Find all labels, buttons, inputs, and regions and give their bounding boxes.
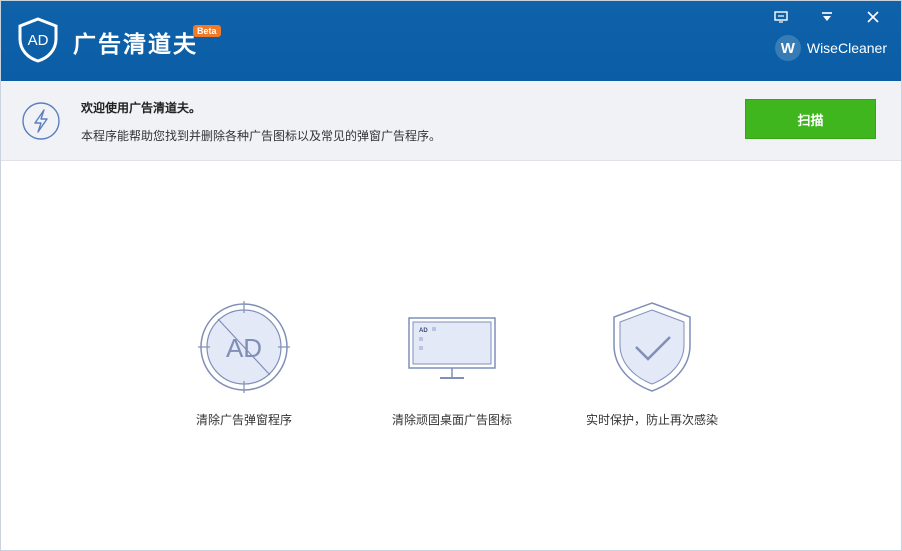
feedback-button[interactable] [761,5,801,29]
menu-dropdown-button[interactable] [807,5,847,29]
description-text: 本程序能帮助您找到并删除各种广告图标以及常见的弹窗广告程序。 [81,129,442,143]
shield-check-icon [613,302,691,392]
window-controls [761,5,893,29]
monitor-icon: AD [408,317,496,379]
feature-label: 实时保护，防止再次感染 [585,413,718,427]
close-icon [867,11,879,23]
logo-text: AD [28,32,49,49]
lightning-icon [22,102,60,140]
brand-name: WiseCleaner [806,40,887,56]
app-title: 广告清道夫 [73,32,198,58]
feature-realtime-protection: 实时保护，防止再次感染 [552,301,752,428]
wisecleaner-logo-icon: W [774,35,801,61]
feature-remove-popups: AD 清除广告弹窗程序 [144,301,344,428]
feature-remove-desktop-icons: AD 清除顽固桌面广告图标 [352,301,552,428]
feature-label: 清除顽固桌面广告图标 [391,413,512,427]
ad-icon-text: AD [226,333,262,363]
info-band: 欢迎使用广告清道夫。 本程序能帮助您找到并删除各种广告图标以及常见的弹窗广告程序… [1,81,901,161]
ad-blocked-icon: AD [198,301,290,393]
menu-dropdown-icon [822,12,832,21]
wisecleaner-brand[interactable]: W WiseCleaner [774,35,887,61]
close-button[interactable] [853,5,893,29]
feature-label: 清除广告弹窗程序 [195,413,292,427]
feedback-icon [774,11,788,23]
app-logo-shield-icon: AD [18,17,58,63]
welcome-text: 欢迎使用广告清道夫。 [81,101,202,115]
app-window: AD 广告清道夫 Beta W WiseCleaner 欢迎使用广告清道夫。 本… [0,0,902,551]
monitor-ad-text: AD [419,328,428,334]
scan-button[interactable]: 扫描 [745,99,876,139]
beta-badge: Beta [193,25,221,37]
title-bar: AD 广告清道夫 Beta W WiseCleaner [1,1,901,81]
